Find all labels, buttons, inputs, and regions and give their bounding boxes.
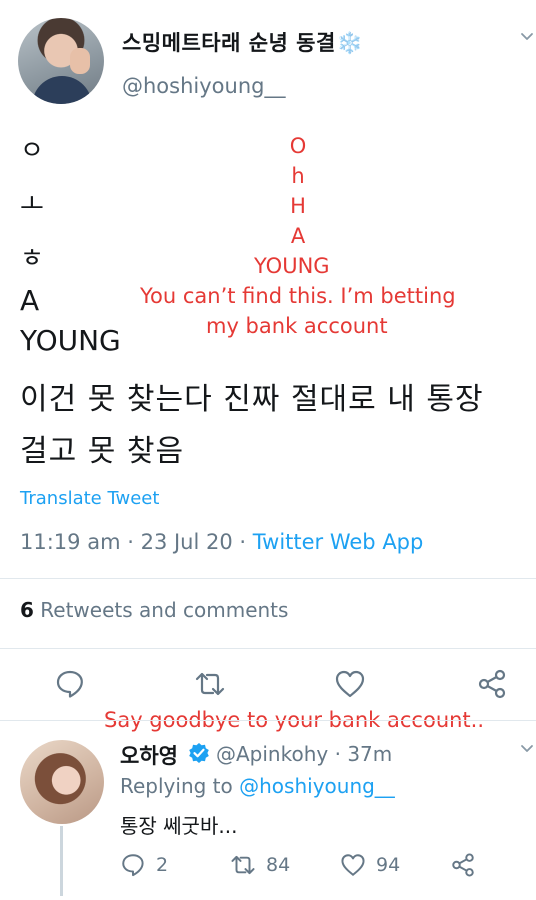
retweet-icon [231,855,255,875]
like-icon[interactable] [334,668,366,700]
tweet-time: 11:19 am [20,530,121,554]
reply-author-meta: @Apinkohy · 37m [216,742,392,766]
reply-like-action[interactable]: 94 [340,852,400,878]
author-avatar[interactable] [18,18,104,104]
tweet-source-link[interactable]: Twitter Web App [253,530,424,554]
tweet-body-line: 이건 못 찾는다 진짜 절대로 내 통장 [20,382,484,417]
divider [0,578,536,579]
meta-separator: · [127,530,134,554]
reply-retweet-action[interactable]: 84 [230,852,290,878]
reply-count: 2 [156,854,169,876]
annotation-letter: A [290,224,306,248]
reply-icon [122,854,144,877]
display-name-text: 스밍메트타래 순녕 동결 [122,31,336,55]
avatar-shirt-shape [32,76,92,104]
annotation-letter: H [290,194,306,218]
tweet-body-line: ㅇ [20,136,44,166]
tweet-body-line: ㅗ [20,190,44,220]
avatar-hand-shape [70,48,90,74]
author-handle[interactable]: @hoshiyoung__ [122,74,285,98]
divider [0,648,536,649]
author-display-name[interactable]: 스밍메트타래 순녕 동결❄️ [122,27,363,57]
meta-separator: · [334,742,341,766]
replying-handle-link[interactable]: @hoshiyoung__ [239,774,395,798]
chevron-down-icon[interactable] [520,742,534,756]
reply-text: 통장 쎄굿바... [120,814,238,838]
tweet-meta: 11:19 am · 23 Jul 20 · Twitter Web App [20,530,423,554]
tweet-body-line: ㅎ [20,244,44,274]
retweet-icon[interactable] [194,668,226,700]
translate-tweet-link[interactable]: Translate Tweet [20,488,159,509]
reply-icon[interactable] [54,668,86,700]
verified-badge-icon [189,743,209,763]
share-icon[interactable] [476,668,508,700]
reply-age: 37m [347,742,393,766]
replying-prefix: Replying to [120,774,233,798]
retweet-count: 84 [266,854,291,876]
reply-reply-action[interactable]: 2 [120,852,168,878]
share-icon [452,853,474,877]
like-count: 94 [376,854,401,876]
retweets-label: Retweets and comments [40,598,289,622]
annotation-translation-line2: my bank account [206,314,388,338]
reply-author-avatar[interactable] [20,740,104,824]
reply-author-handle[interactable]: @Apinkohy [216,742,328,766]
snowflake-icon: ❄️ [336,31,364,55]
tweet-body-line: YOUNG [20,324,121,357]
tweet-date: 23 Jul 20 [140,530,233,554]
reply-share-action[interactable] [450,852,476,878]
annotation-letter: O [289,134,307,158]
tweet-body-line: A [20,284,40,317]
reply-author-name[interactable]: 오하영 [120,740,178,770]
replying-to: Replying to @hoshiyoung__ [120,774,395,798]
thread-connector-line [60,826,63,896]
divider [0,720,536,721]
chevron-down-icon[interactable] [520,30,534,44]
like-icon [341,854,365,876]
annotation-translation-line1: You can’t find this. I’m betting [140,284,456,308]
retweets-count: 6 [20,598,34,622]
retweets-stat[interactable]: 6 Retweets and comments [20,598,288,622]
annotation-young: YOUNG [254,254,330,278]
annotation-letter: h [291,164,305,188]
tweet-body-line: 걸고 못 찾음 [20,434,185,469]
meta-separator: · [239,530,247,554]
